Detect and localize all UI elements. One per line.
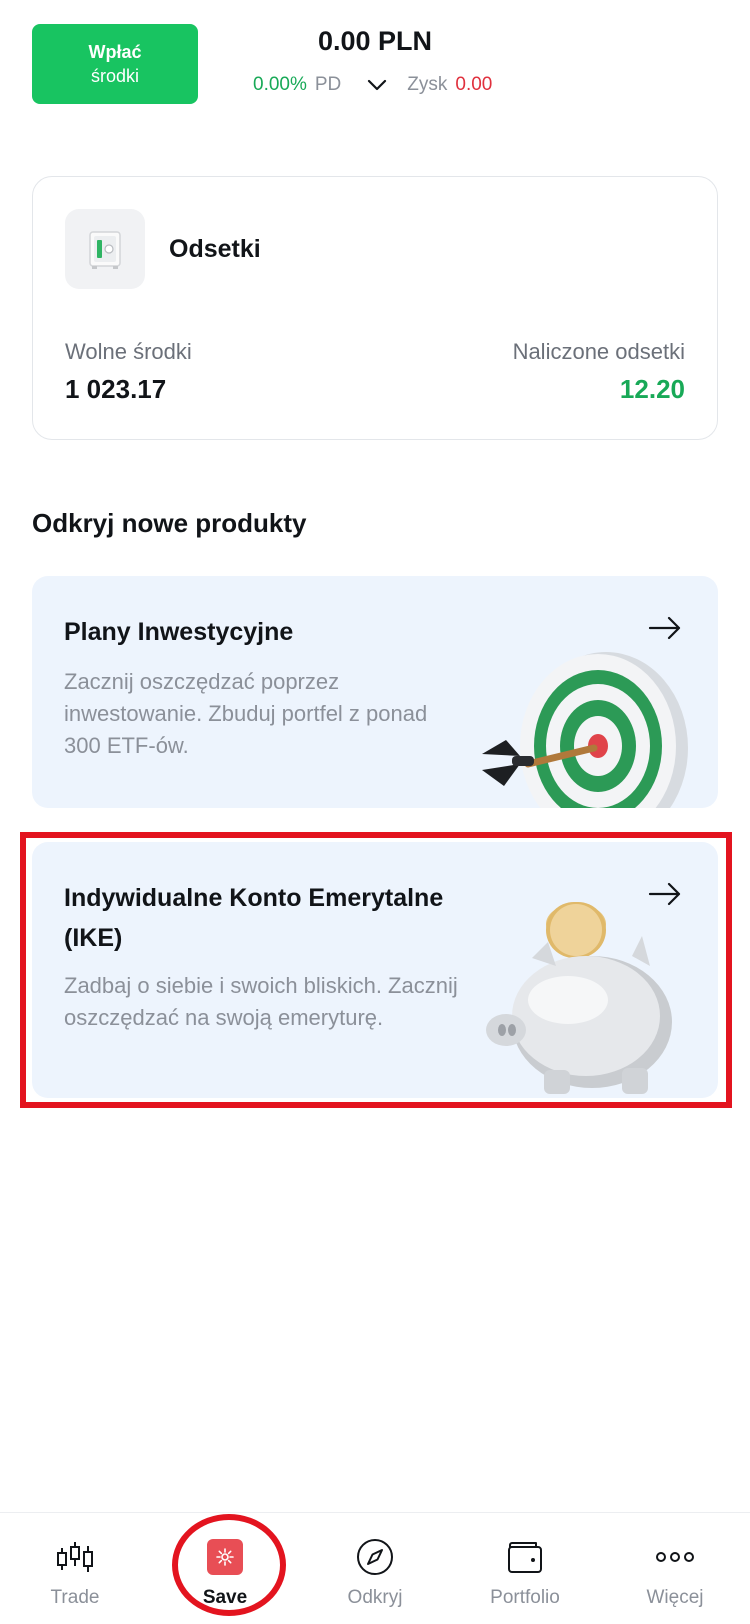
- daily-change-value: 0.00%: [253, 74, 307, 95]
- compass-icon: [356, 1537, 394, 1577]
- nav-item-more[interactable]: Więcej: [600, 1513, 750, 1624]
- nav-label: Portfolio: [490, 1587, 560, 1608]
- product-description: Zacznij oszczędzać poprzez inwestowanie.…: [64, 669, 428, 758]
- section-title: Odkryj nowe produkty: [32, 508, 307, 538]
- wallet-icon: [506, 1537, 544, 1577]
- nav-label: Odkryj: [347, 1587, 403, 1608]
- highlight-box: [20, 832, 732, 1108]
- card-title: Odsetki: [169, 235, 261, 263]
- nav-item-odkryj[interactable]: Odkryj: [300, 1513, 450, 1624]
- target-dart-illustration: [482, 652, 688, 808]
- interest-card[interactable]: Odsetki Wolne środki 1 023.17 Naliczone …: [32, 176, 718, 440]
- screen: Wpłać środki 0.00 PLN 0.00% PD Zysk 0.00…: [0, 0, 750, 1624]
- account-balance[interactable]: 0.00 PLN: [240, 26, 510, 57]
- free-funds-label: Wolne środki: [65, 339, 192, 364]
- chevron-down-icon[interactable]: [367, 79, 387, 91]
- nav-label: Trade: [50, 1587, 100, 1608]
- header-stats[interactable]: 0.00% PD Zysk 0.00: [253, 70, 492, 100]
- safe-icon: [65, 209, 145, 289]
- nav-item-portfolio[interactable]: Portfolio: [450, 1513, 600, 1624]
- product-title: Plany Inwestycyjne: [64, 618, 294, 646]
- free-funds-value: 1 023.17: [65, 374, 167, 404]
- nav-item-trade[interactable]: Trade: [0, 1513, 150, 1624]
- product-card-investment-plans[interactable]: Plany Inwestycyjne Zacznij oszczędzać po…: [32, 576, 718, 808]
- candlestick-icon: [55, 1537, 95, 1577]
- highlight-circle: [172, 1514, 286, 1616]
- profit-label: Zysk: [407, 74, 448, 95]
- profit-value: 0.00: [455, 74, 493, 95]
- nav-label: Więcej: [646, 1587, 704, 1608]
- deposit-label-line2: środki: [90, 66, 139, 86]
- more-dots-icon: [655, 1537, 695, 1577]
- bottom-navigation: Trade Save Odkryj Portfolio Więcej: [0, 1512, 750, 1624]
- accrued-interest-value: 12.20: [619, 374, 685, 404]
- deposit-button[interactable]: Wpłać środki: [32, 24, 198, 104]
- deposit-label-line1: Wpłać: [88, 42, 142, 62]
- accrued-interest-label: Naliczone odsetki: [512, 339, 685, 364]
- daily-change-label: PD: [314, 74, 342, 95]
